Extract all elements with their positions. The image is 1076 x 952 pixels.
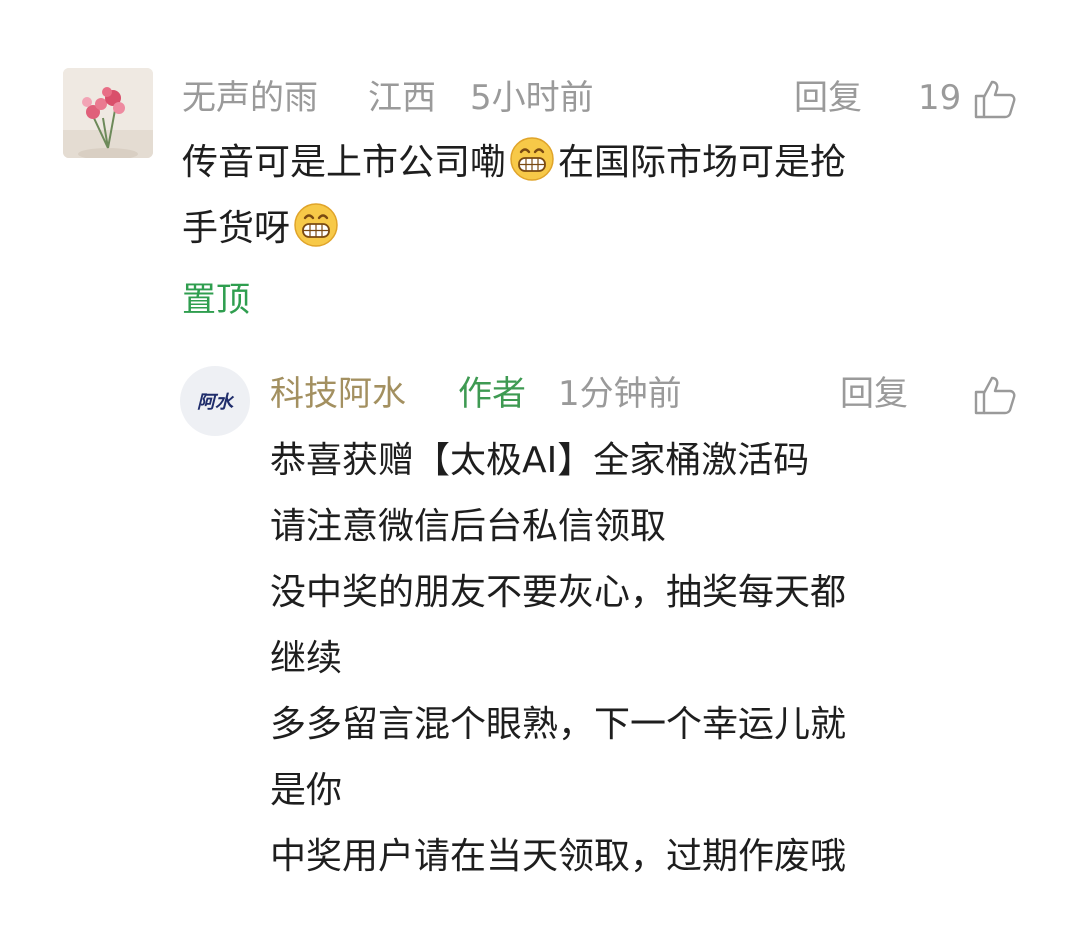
avatar-logo-text: 阿水 (197, 392, 233, 413)
reply-meta: 科技阿水 作者 1分钟前 回复 (270, 366, 1020, 422)
like-count: 19 (918, 78, 962, 118)
reply-text-line: 中奖用户请在当天领取，过期作废哦 (270, 836, 847, 877)
grinning-face-icon (294, 203, 338, 247)
comment-text-part: 传音可是上市公司嘞 (182, 142, 507, 183)
reply-text-line: 是你 (270, 770, 343, 811)
reply-button[interactable]: 回复 (840, 366, 908, 422)
timestamp: 5小时前 (470, 78, 594, 118)
author-badge: 作者 (458, 374, 526, 414)
username[interactable]: 无声的雨 (182, 70, 318, 126)
username[interactable]: 科技阿水 (270, 366, 406, 422)
comment-text-part: 手货呀 (182, 208, 291, 249)
reply-button[interactable]: 回复 (794, 70, 862, 126)
thumbs-up-icon[interactable] (974, 79, 1016, 119)
timestamp: 1分钟前 (558, 374, 682, 414)
avatar[interactable]: 阿水 (180, 366, 250, 436)
comment-text: 传音可是上市公司嘞 在国际市场可是抢 手货呀 (182, 130, 846, 262)
comment-meta: 无声的雨 江西 5小时前 回复 19 (182, 70, 1020, 126)
reply-text: 恭喜获赠【太极AI】全家桶激活码 请注意微信后台私信领取 没中奖的朋友不要灰心，… (270, 428, 846, 890)
reply-text-line: 恭喜获赠【太极AI】全家桶激活码 (270, 440, 810, 481)
reply-text-line: 继续 (270, 638, 343, 679)
comment-text-part: 在国际市场可是抢 (558, 142, 847, 183)
location: 江西 (368, 78, 436, 118)
reply-text-line: 请注意微信后台私信领取 (270, 506, 667, 547)
pin-button[interactable]: 置顶 (182, 272, 250, 328)
avatar[interactable] (63, 68, 153, 158)
thumbs-up-icon[interactable] (974, 375, 1016, 415)
flower-avatar-image (63, 68, 153, 158)
reply-text-line: 多多留言混个眼熟，下一个幸运儿就 (270, 704, 847, 745)
reply-text-line: 没中奖的朋友不要灰心，抽奖每天都 (270, 572, 847, 613)
grinning-face-icon (510, 137, 554, 181)
